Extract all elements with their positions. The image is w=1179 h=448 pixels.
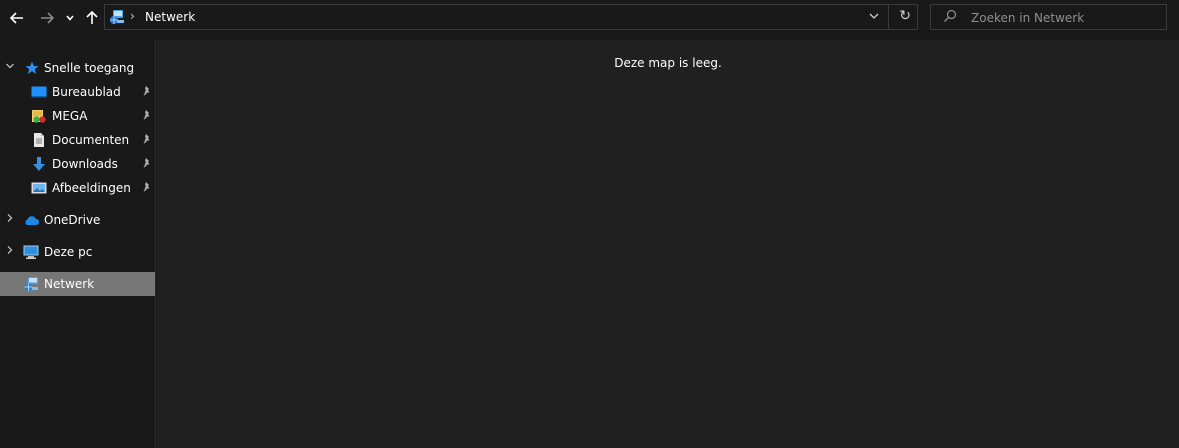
pin-icon[interactable] [140,109,152,123]
pin-icon[interactable] [140,181,152,195]
download-icon [33,157,45,171]
pin-icon[interactable] [140,157,152,171]
network-icon [24,277,38,291]
address-dropdown-icon[interactable] [869,8,879,27]
empty-folder-message: Deze map is leeg. [614,56,722,70]
search-input[interactable] [969,5,1163,31]
arrow-right-icon [41,12,55,24]
arrow-up-icon [86,10,98,24]
sidebar-item-label: OneDrive [44,213,101,227]
mega-folder-icon [32,110,46,123]
sidebar-item-bureaublad[interactable]: Bureaublad [0,80,155,104]
chevron-right-icon[interactable] [5,245,15,258]
toolbar: › Netwerk ↻ [0,0,1179,36]
breadcrumb-netwerk[interactable]: Netwerk [145,10,195,24]
address-divider [888,5,889,29]
sidebar-item-snelle-toegang[interactable]: Snelle toegang [0,56,155,80]
navigation-pane: Snelle toegang Bureaublad MEGA Documente… [0,40,156,448]
sidebar-item-netwerk[interactable]: Netwerk [0,272,155,296]
chevron-down-icon[interactable] [5,61,15,74]
star-icon [25,61,39,74]
computer-icon [23,245,39,259]
sidebar-item-label: Afbeeldingen [52,181,131,195]
sidebar-item-downloads[interactable]: Downloads [0,152,155,176]
address-bar[interactable]: › Netwerk ↻ [104,4,918,30]
breadcrumb-separator: › [130,9,135,23]
sidebar-item-mega[interactable]: MEGA [0,104,155,128]
search-box[interactable] [930,4,1167,31]
desktop-icon [31,86,47,98]
arrow-left-icon [9,12,23,24]
up-button[interactable] [80,5,104,31]
pin-icon[interactable] [140,85,152,99]
cloud-icon [25,216,39,225]
refresh-icon[interactable]: ↻ [899,8,911,24]
file-list-area[interactable]: Deze map is leeg. [157,40,1179,448]
sidebar-item-documenten[interactable]: Documenten [0,128,155,152]
sidebar-item-label: Documenten [52,133,130,147]
pin-icon[interactable] [140,133,152,147]
pictures-icon [31,182,47,194]
document-icon [34,133,44,147]
sidebar-item-label: Deze pc [44,245,93,259]
chevron-down-icon [66,15,74,21]
sidebar-item-deze-pc[interactable]: Deze pc [0,240,155,264]
chevron-right-icon[interactable] [5,213,15,226]
sidebar-item-afbeeldingen[interactable]: Afbeeldingen [0,176,155,200]
back-button[interactable] [5,5,29,31]
sidebar-item-onedrive[interactable]: OneDrive [0,208,155,232]
search-icon [944,9,957,22]
network-icon [110,10,124,24]
forward-button[interactable] [35,5,59,31]
sidebar-item-label: Downloads [52,157,118,171]
sidebar-item-label: Bureaublad [52,85,121,99]
recent-locations-button[interactable] [60,5,80,31]
sidebar-item-label: MEGA [52,109,88,123]
sidebar-item-label: Snelle toegang [44,61,135,75]
sidebar-item-label: Netwerk [44,277,95,291]
